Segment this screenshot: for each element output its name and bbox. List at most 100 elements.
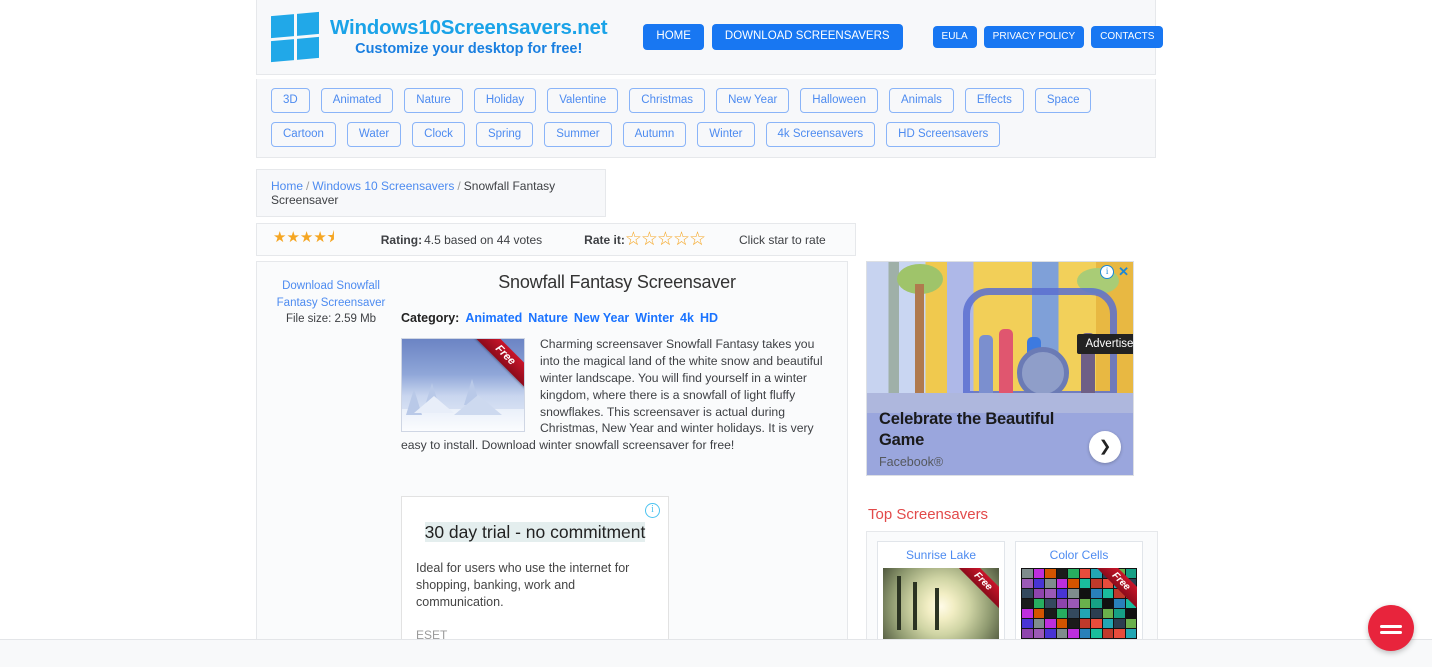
banner-info-icon[interactable]: i <box>1100 265 1115 280</box>
color-cell <box>1022 618 1033 628</box>
color-cell <box>1102 608 1113 618</box>
color-cell <box>1056 608 1067 618</box>
brand-subtitle: Customize your desktop for free! <box>355 41 583 58</box>
top-screensaver-name-sunrise-lake[interactable]: Sunrise Lake <box>883 548 999 568</box>
download-link[interactable]: Download Snowfall Fantasy Screensaver <box>271 278 391 311</box>
browser-bottom-strip <box>0 639 1432 667</box>
color-cell <box>1114 618 1125 628</box>
top-screensaver-name-color-cells[interactable]: Color Cells <box>1021 548 1137 568</box>
tag-space[interactable]: Space <box>1034 88 1092 114</box>
banner-ad-title: Celebrate the Beautiful Game <box>879 410 1055 450</box>
top-screensavers-heading: Top Screensavers <box>868 506 989 524</box>
top-screensaver-thumb-sunrise-lake[interactable]: Free <box>883 568 999 649</box>
category-link-new-year[interactable]: New Year <box>574 311 629 325</box>
color-cell <box>1114 599 1125 608</box>
rate-hint: Click star to rate <box>739 232 826 247</box>
tag-autumn[interactable]: Autumn <box>622 122 687 148</box>
tag-water[interactable]: Water <box>346 122 402 148</box>
color-cell <box>1079 608 1090 618</box>
category-link-hd[interactable]: HD <box>700 311 718 325</box>
windows-logo-icon <box>271 11 319 63</box>
top-screensaver-card-color-cells[interactable]: Color Cells Free <box>1015 541 1143 650</box>
color-cell <box>1079 618 1090 628</box>
tag-valentine[interactable]: Valentine <box>547 88 619 114</box>
color-cell <box>1068 628 1079 638</box>
rate-stars-input[interactable]: ☆☆☆☆☆ <box>625 228 706 251</box>
banner-advertisement[interactable]: i ✕ Celebrate the Beautiful Game Faceboo… <box>866 261 1134 477</box>
color-cell <box>1045 618 1056 628</box>
screensaver-preview-thumbnail[interactable]: Free <box>401 338 525 433</box>
nav-home-button[interactable]: HOME <box>643 24 704 50</box>
category-link-4k[interactable]: 4k <box>680 311 694 325</box>
chat-support-button[interactable] <box>1368 605 1414 651</box>
category-link-nature[interactable]: Nature <box>528 311 568 325</box>
right-sidebar: i ✕ Celebrate the Beautiful Game Faceboo… <box>866 261 1158 660</box>
rating-bar: ★★★★⯨ Rating: 4.5 based on 44 votes Rate… <box>256 223 856 257</box>
tag-winter[interactable]: Winter <box>697 122 755 148</box>
color-cell <box>1068 618 1079 628</box>
nav-eula-button[interactable]: EULA <box>932 26 977 48</box>
top-screensaver-card-sunrise-lake[interactable]: Sunrise Lake Free <box>877 541 1005 650</box>
color-cell <box>1022 608 1033 618</box>
tag-halloween[interactable]: Halloween <box>800 88 878 114</box>
color-cell <box>1091 608 1102 618</box>
nav-download-screensavers-button[interactable]: DOWNLOAD SCREENSAVERS <box>711 24 903 50</box>
color-cell <box>1056 579 1067 589</box>
page-title: Snowfall Fantasy Screensaver <box>498 272 736 293</box>
advertisement-tooltip: Advertisement <box>1077 334 1133 355</box>
main-row: Download Snowfall Fantasy Screensaver Fi… <box>256 261 1158 667</box>
tag-new-year[interactable]: New Year <box>716 88 790 114</box>
color-cell <box>1079 628 1090 638</box>
rating-stars-display: ★★★★⯨ <box>273 227 335 252</box>
page-root: Windows10Screensavers.net Customize your… <box>0 0 1432 667</box>
tag-nature[interactable]: Nature <box>404 88 463 114</box>
category-link-winter[interactable]: Winter <box>635 311 674 325</box>
tag-spring[interactable]: Spring <box>475 122 534 148</box>
thumb-house-1 <box>414 396 454 414</box>
breadcrumb-section-link[interactable]: Windows 10 Screensavers <box>312 179 454 193</box>
tag-animated[interactable]: Animated <box>320 88 394 114</box>
color-cell <box>1022 589 1033 599</box>
tag-christmas[interactable]: Christmas <box>629 88 706 114</box>
category-tags-panel: 3D Animated Nature Holiday Valentine Chr… <box>256 79 1156 159</box>
tag-animals[interactable]: Animals <box>889 88 954 114</box>
color-cell <box>1056 618 1067 628</box>
tag-summer[interactable]: Summer <box>544 122 612 148</box>
ad-info-icon[interactable]: i <box>645 503 660 519</box>
color-cell <box>1045 569 1056 579</box>
rating-label: Rating: <box>380 232 423 247</box>
color-cell <box>1056 589 1067 599</box>
rating-stars-filled: ★★★★ <box>273 229 327 247</box>
color-cell <box>1033 608 1044 618</box>
top-screensaver-thumb-color-cells[interactable]: Free <box>1021 568 1137 649</box>
color-cell <box>1033 569 1044 579</box>
tag-effects[interactable]: Effects <box>964 88 1024 114</box>
eset-ad-headline: 30 day trial - no commitment <box>422 520 648 544</box>
color-cell <box>1068 608 1079 618</box>
nav-contacts-button[interactable]: CONTACTS <box>1091 26 1164 48</box>
color-cell <box>1056 628 1067 638</box>
tag-clock[interactable]: Clock <box>412 122 465 148</box>
tag-4k-screensavers[interactable]: 4k Screensavers <box>765 122 876 148</box>
color-cell <box>1079 589 1090 599</box>
nav-privacy-policy-button[interactable]: PRIVACY POLICY <box>983 26 1085 48</box>
tag-holiday[interactable]: Holiday <box>473 88 537 114</box>
category-link-animated[interactable]: Animated <box>465 311 522 325</box>
color-cell <box>1022 599 1033 608</box>
color-cell <box>1102 628 1113 638</box>
site-container: Windows10Screensavers.net Customize your… <box>256 0 1164 667</box>
color-cell <box>1068 589 1079 599</box>
breadcrumb-home-link[interactable]: Home <box>271 179 303 193</box>
color-cell <box>1022 569 1033 579</box>
site-logo[interactable]: Windows10Screensavers.net Customize your… <box>271 11 608 63</box>
category-tags-row: 3D Animated Nature Holiday Valentine Chr… <box>271 88 1141 148</box>
color-cell <box>1033 599 1044 608</box>
tag-hd-screensavers[interactable]: HD Screensavers <box>886 122 1001 148</box>
color-cell <box>1102 599 1113 608</box>
breadcrumb-separator: / <box>306 179 310 194</box>
banner-close-icon[interactable]: ✕ <box>1118 265 1129 278</box>
tag-3d[interactable]: 3D <box>271 88 310 114</box>
tag-cartoon[interactable]: Cartoon <box>271 122 336 148</box>
color-cell <box>1125 608 1136 618</box>
color-cell <box>1033 628 1044 638</box>
